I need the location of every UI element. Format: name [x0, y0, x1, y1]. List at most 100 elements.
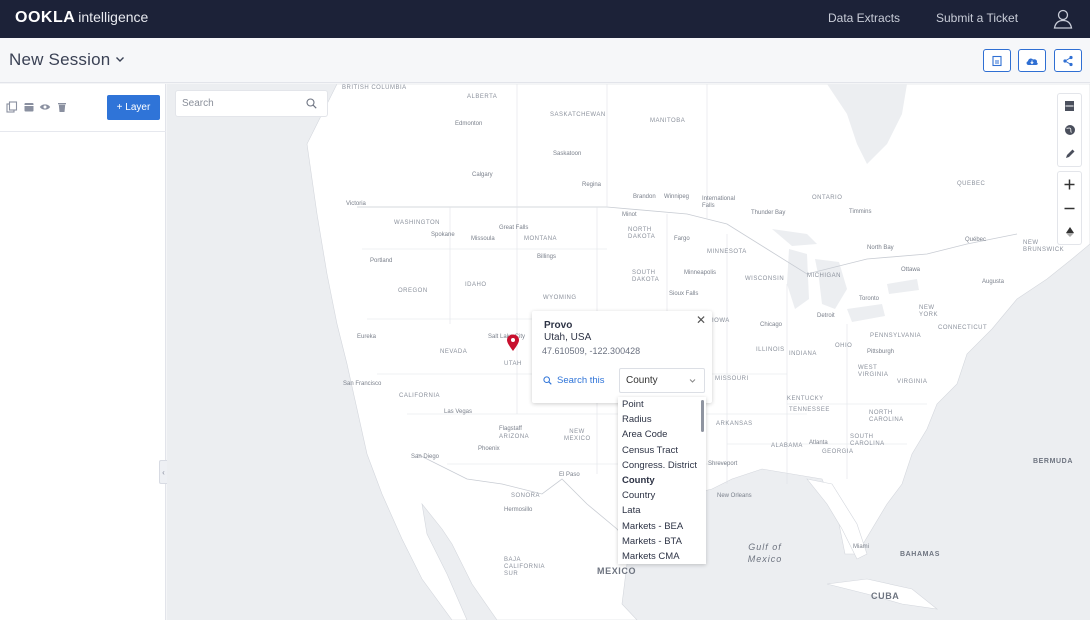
map-label-timmins: Timmins [849, 209, 872, 215]
map-label-pennsylvania: PENNSYLVANIA [870, 333, 922, 339]
nav-submit-ticket[interactable]: Submit a Ticket [936, 11, 1018, 25]
search-this-button[interactable]: Search this [543, 375, 605, 386]
dropdown-option[interactable]: Radius [618, 412, 698, 427]
map-label-toronto: Toronto [859, 296, 880, 302]
boundary-type-value: County [626, 375, 658, 386]
chevron-down-icon[interactable] [114, 53, 126, 65]
map-label-tennessee: TENNESSEE [789, 407, 830, 413]
add-layer-button[interactable]: + Layer [107, 95, 160, 120]
dropdown-option[interactable]: Congress. District [618, 458, 698, 473]
search-icon[interactable] [306, 98, 317, 109]
map-label-fargo: Fargo [674, 236, 690, 242]
boundary-type-dropdown: Point Radius Area Code Census Tract Cong… [618, 397, 706, 564]
collapse-panel-handle[interactable]: ‹ [159, 460, 167, 484]
map-label-detroit: Detroit [817, 313, 835, 319]
dropdown-option[interactable]: Lata [618, 503, 698, 518]
map-label-wisconsin: WISCONSIN [745, 276, 785, 282]
eye-icon[interactable] [39, 101, 51, 113]
location-pin-icon[interactable] [506, 334, 520, 352]
map-label-wyoming: WYOMING [543, 295, 577, 301]
boundary-type-select[interactable]: County [619, 368, 705, 393]
save-icon [992, 55, 1002, 66]
popup-region: Utah, USA [544, 332, 592, 343]
map-label-chicago: Chicago [760, 322, 783, 328]
share-button[interactable] [1054, 49, 1082, 72]
map-label-international-falls: International Falls [702, 196, 736, 209]
pencil-icon[interactable] [1058, 142, 1081, 166]
zoom-in-icon[interactable] [1058, 172, 1081, 196]
map-view[interactable]: BRITISH COLUMBIA ALBERTA SASKATCHEWAN MA… [167, 84, 1090, 620]
map-label-arizona: ARIZONA [499, 434, 530, 440]
ookla-logo[interactable]: OOKLA intelligence [15, 9, 148, 27]
cloud-download-icon [1026, 57, 1038, 65]
map-label-augusta: Augusta [982, 279, 1005, 285]
map-label-ontario: ONTARIO [812, 195, 843, 201]
popup-place-name: Provo [544, 320, 573, 331]
map-label-minneapolis: Minneapolis [684, 270, 717, 276]
map-label-missoula: Missoula [471, 236, 495, 242]
map-label-new-york: NEW YORK [919, 305, 939, 318]
map-label-minnesota: MINNESOTA [707, 249, 747, 255]
map-label-indiana: INDIANA [789, 351, 817, 357]
map-label-hermosillo: Hermosillo [504, 507, 533, 513]
map-search-input[interactable] [182, 98, 302, 109]
map-label-el-paso: El Paso [559, 472, 580, 478]
location-popup: ✕ Provo Utah, USA 47.610509, -122.300428… [532, 311, 712, 403]
map-label-georgia: GEORGIA [822, 449, 854, 455]
dropdown-option[interactable]: Markets CMA [618, 549, 698, 564]
map-label-british-columbia: BRITISH COLUMBIA [342, 85, 407, 91]
map-label-alabama: ALABAMA [771, 443, 803, 449]
nav-data-extracts[interactable]: Data Extracts [828, 11, 900, 25]
panel-divider [0, 131, 166, 132]
trash-icon[interactable] [56, 101, 68, 113]
dropdown-option[interactable]: Area Code [618, 427, 698, 442]
map-label-winnipeg: Winnipeg [664, 194, 690, 200]
zoom-out-icon[interactable] [1058, 196, 1081, 220]
globe-icon[interactable] [1058, 118, 1081, 142]
map-label-atlanta: Atlanta [809, 440, 828, 446]
session-title[interactable]: New Session [9, 50, 110, 70]
search-icon [543, 376, 552, 385]
close-icon[interactable]: ✕ [696, 313, 706, 327]
map-label-new-orleans: New Orleans [717, 493, 752, 499]
map-label-san-francisco: San Francisco [343, 381, 382, 387]
layers-icon[interactable] [1058, 94, 1081, 118]
map-label-nevada: NEVADA [440, 349, 468, 355]
map-label-phoenix: Phoenix [478, 446, 500, 452]
cloud-download-button[interactable] [1018, 49, 1046, 72]
map-label-arkansas: ARKANSAS [716, 421, 753, 427]
dropdown-option[interactable]: Census Tract [618, 443, 698, 458]
folder-icon[interactable] [23, 101, 35, 113]
map-label-portland: Portland [370, 258, 393, 264]
map-label-south-carolina: SOUTH CAROLINA [850, 434, 885, 447]
user-icon[interactable] [1052, 8, 1074, 30]
map-label-spokane: Spokane [431, 232, 455, 238]
map-label-bermuda: BERMUDA [1033, 458, 1073, 465]
map-label-california: CALIFORNIA [399, 393, 441, 399]
map-label-sonora: SONORA [511, 493, 541, 499]
map-label-minot: Minot [622, 212, 637, 218]
map-label-connecticut: CONNECTICUT [938, 325, 988, 331]
map-label-pittsburgh: Pittsburgh [867, 349, 895, 355]
map-label-saskatchewan: SASKATCHEWAN [550, 112, 606, 118]
dropdown-option[interactable]: Country [618, 488, 698, 503]
dropdown-option[interactable]: Markets - BTA [618, 534, 698, 549]
dropdown-option-selected[interactable]: County [618, 473, 698, 488]
layer-panel: + Layer ‹ [0, 84, 167, 620]
map-label-shreveport: Shreveport [708, 461, 738, 467]
map-label-north-dakota: NORTH DAKOTA [628, 227, 656, 240]
dropdown-scrollbar[interactable] [701, 400, 704, 432]
map-label-las-vegas: Las Vegas [444, 409, 473, 415]
chevron-down-icon [689, 379, 696, 383]
compass-icon[interactable] [1058, 220, 1081, 244]
map-search-box [176, 91, 327, 116]
map-label-brandon: Brandon [633, 194, 656, 200]
map-label-north-bay: North Bay [867, 245, 894, 251]
save-button[interactable] [983, 49, 1011, 72]
dropdown-option[interactable]: Markets - BEA [618, 519, 698, 534]
map-label-regina: Regina [582, 182, 602, 188]
dropdown-option[interactable]: Point [618, 397, 698, 412]
share-icon [1063, 55, 1073, 66]
copy-icon[interactable] [6, 101, 18, 113]
map-label-west-virginia: WEST VIRGINIA [858, 365, 889, 378]
